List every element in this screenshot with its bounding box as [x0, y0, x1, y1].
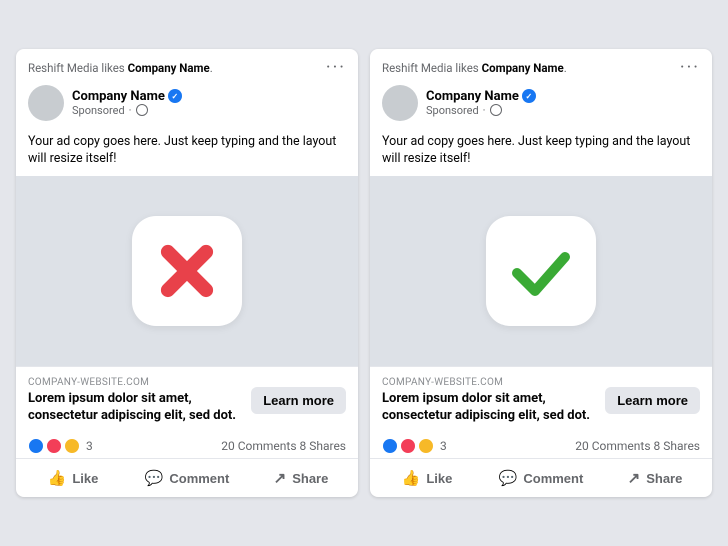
card-header-2: Reshift Media likes Company Name. ··· Co… — [370, 49, 712, 127]
card-cta: COMPANY-WEBSITE.COM Lorem ipsum dolor si… — [16, 366, 358, 435]
share-button-2[interactable]: ↗ Share — [598, 461, 712, 495]
check-icon-box — [486, 216, 596, 326]
page-name-2: Company Name — [426, 89, 519, 104]
x-icon-box — [132, 216, 242, 326]
learn-more-button[interactable]: Learn more — [251, 387, 346, 414]
like-icon: 👍 — [48, 469, 67, 487]
verified-icon-2: ✓ — [522, 89, 536, 103]
likes-text: Reshift Media likes Company Name. — [28, 61, 213, 75]
page-meta-2: Company Name ✓ Sponsored · — [426, 89, 536, 117]
cta-left: COMPANY-WEBSITE.COM Lorem ipsum dolor si… — [28, 377, 243, 425]
card-header: Reshift Media likes Company Name. ··· Co… — [16, 49, 358, 127]
globe-icon — [136, 104, 148, 116]
share-icon: ↗ — [274, 469, 287, 487]
comment-icon-2: 💬 — [499, 469, 518, 487]
ad-copy: Your ad copy goes here. Just keep typing… — [16, 127, 358, 176]
card-reactions-2: 3 20 Comments 8 Shares — [370, 434, 712, 458]
like-button-2[interactable]: 👍 Like — [370, 461, 484, 495]
reaction-count: 3 — [86, 439, 93, 453]
x-icon — [155, 239, 219, 303]
card-image — [16, 176, 358, 366]
ad-copy-2: Your ad copy goes here. Just keep typing… — [370, 127, 712, 176]
card-image-2 — [370, 176, 712, 366]
reaction-dot-blue — [28, 438, 44, 454]
reaction-count-2: 3 — [440, 439, 447, 453]
share-icon-2: ↗ — [628, 469, 641, 487]
card-cta-2: COMPANY-WEBSITE.COM Lorem ipsum dolor si… — [370, 366, 712, 435]
cta-headline: Lorem ipsum dolor sit amet, consectetur … — [28, 391, 243, 425]
comment-button[interactable]: 💬 Comment — [130, 461, 244, 495]
card-bad: Reshift Media likes Company Name. ··· Co… — [16, 49, 358, 498]
likes-line-2: Reshift Media likes Company Name. ··· — [382, 59, 700, 77]
learn-more-button-2[interactable]: Learn more — [605, 387, 700, 414]
cta-left-2: COMPANY-WEBSITE.COM Lorem ipsum dolor si… — [382, 377, 597, 425]
like-button[interactable]: 👍 Like — [16, 461, 130, 495]
card-actions-2: 👍 Like 💬 Comment ↗ Share — [370, 458, 712, 497]
likes-text-2: Reshift Media likes Company Name. — [382, 61, 567, 75]
like-icon-2: 👍 — [402, 469, 421, 487]
sponsored-row-2: Sponsored · — [426, 104, 536, 117]
comment-button-2[interactable]: 💬 Comment — [484, 461, 598, 495]
page-meta: Company Name ✓ Sponsored · — [72, 89, 182, 117]
reaction-row: 3 — [28, 438, 93, 454]
cta-headline-2: Lorem ipsum dolor sit amet, consectetur … — [382, 391, 597, 425]
website-label-2: COMPANY-WEBSITE.COM — [382, 377, 597, 388]
likes-line: Reshift Media likes Company Name. ··· — [28, 59, 346, 77]
page-name-row: Company Name ✓ — [72, 89, 182, 104]
options-menu-icon-2[interactable]: ··· — [680, 59, 700, 77]
page-info-2: Company Name ✓ Sponsored · — [382, 85, 700, 121]
check-icon — [509, 239, 573, 303]
reaction-dot-red-2 — [400, 438, 416, 454]
sponsored-label: Sponsored — [72, 104, 125, 117]
reaction-row-2: 3 — [382, 438, 447, 454]
comments-shares-2: 20 Comments 8 Shares — [575, 439, 700, 453]
avatar — [28, 85, 64, 121]
globe-icon-2 — [490, 104, 502, 116]
page-name-row-2: Company Name ✓ — [426, 89, 536, 104]
reaction-dot-blue-2 — [382, 438, 398, 454]
page-name: Company Name — [72, 89, 165, 104]
card-reactions: 3 20 Comments 8 Shares — [16, 434, 358, 458]
comments-shares: 20 Comments 8 Shares — [221, 439, 346, 453]
card-actions: 👍 Like 💬 Comment ↗ Share — [16, 458, 358, 497]
reaction-dots — [28, 438, 80, 454]
sponsored-label-2: Sponsored — [426, 104, 479, 117]
options-menu-icon[interactable]: ··· — [326, 59, 346, 77]
reaction-dot-yellow-2 — [418, 438, 434, 454]
sponsored-row: Sponsored · — [72, 104, 182, 117]
share-button[interactable]: ↗ Share — [244, 461, 358, 495]
avatar-2 — [382, 85, 418, 121]
comment-icon: 💬 — [145, 469, 164, 487]
reaction-dots-2 — [382, 438, 434, 454]
reaction-dot-red — [46, 438, 62, 454]
website-label: COMPANY-WEBSITE.COM — [28, 377, 243, 388]
page-info: Company Name ✓ Sponsored · — [28, 85, 346, 121]
verified-icon: ✓ — [168, 89, 182, 103]
card-good: Reshift Media likes Company Name. ··· Co… — [370, 49, 712, 498]
cards-wrapper: Reshift Media likes Company Name. ··· Co… — [16, 49, 712, 498]
reaction-dot-yellow — [64, 438, 80, 454]
